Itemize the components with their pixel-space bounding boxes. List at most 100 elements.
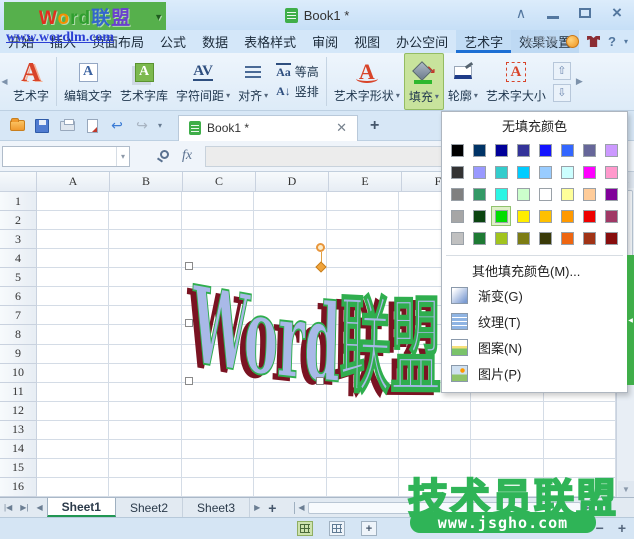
column-header-E[interactable]: E bbox=[329, 172, 402, 192]
column-header-C[interactable]: C bbox=[183, 172, 256, 192]
color-swatch[interactable] bbox=[535, 140, 555, 160]
color-swatch[interactable] bbox=[579, 228, 599, 248]
column-header-D[interactable]: D bbox=[256, 172, 329, 192]
save-button[interactable] bbox=[33, 117, 51, 135]
quick-access-caret-icon[interactable]: ▾ bbox=[158, 121, 162, 130]
collapse-ribbon-button[interactable]: ∧ bbox=[512, 4, 530, 22]
color-swatch[interactable] bbox=[469, 228, 489, 248]
fill-menu-item-gradient[interactable]: 渐变(G) bbox=[442, 282, 627, 308]
color-swatch[interactable] bbox=[491, 140, 511, 160]
vertical-text-button[interactable]: A↓ 竖排 bbox=[276, 83, 319, 100]
color-swatch[interactable] bbox=[557, 140, 577, 160]
row-header-5[interactable]: 5 bbox=[0, 268, 37, 287]
color-swatch[interactable] bbox=[513, 184, 533, 204]
wordart-size-button[interactable]: A 艺术字大小 bbox=[482, 53, 550, 110]
shape-lower-button[interactable]: ⇩ bbox=[553, 84, 571, 102]
fill-menu-item-texture[interactable]: 纹理(T) bbox=[442, 308, 627, 334]
color-swatch[interactable] bbox=[601, 206, 621, 226]
fx-icon[interactable]: fx bbox=[182, 148, 192, 164]
row-header-11[interactable]: 11 bbox=[0, 383, 37, 402]
rotation-handle[interactable] bbox=[316, 243, 325, 252]
color-swatch-selected[interactable] bbox=[491, 206, 511, 226]
row-header-1[interactable]: 1 bbox=[0, 192, 37, 211]
color-swatch[interactable] bbox=[513, 206, 533, 226]
outline-button[interactable]: 轮廓▾ bbox=[444, 53, 482, 110]
row-header-3[interactable]: 3 bbox=[0, 230, 37, 249]
color-swatch[interactable] bbox=[557, 184, 577, 204]
menu-tab-办公空间[interactable]: 办公空间 bbox=[388, 30, 456, 53]
color-swatch[interactable] bbox=[491, 162, 511, 182]
select-all-corner[interactable] bbox=[0, 172, 37, 192]
next-sheet-icon[interactable]: ▶ bbox=[250, 498, 264, 517]
maximize-button[interactable] bbox=[576, 4, 594, 22]
equal-height-button[interactable]: Aa 等高 bbox=[276, 63, 319, 80]
edit-text-button[interactable]: A 编辑文字 bbox=[60, 53, 116, 110]
menu-tab-公式[interactable]: 公式 bbox=[152, 30, 194, 53]
wordart-gallery-button[interactable]: A 艺术字库 bbox=[116, 53, 172, 110]
color-swatch[interactable] bbox=[469, 140, 489, 160]
selection-handle-bottom-left[interactable] bbox=[185, 377, 193, 385]
name-box-caret-icon[interactable]: ▾ bbox=[116, 147, 129, 166]
color-swatch[interactable] bbox=[579, 206, 599, 226]
ribbon-scroll-left-icon[interactable]: ◀ bbox=[0, 53, 9, 110]
color-swatch[interactable] bbox=[469, 162, 489, 182]
color-swatch[interactable] bbox=[491, 184, 511, 204]
page-layout-view-button[interactable] bbox=[329, 521, 345, 536]
row-header-8[interactable]: 8 bbox=[0, 325, 37, 344]
side-panel-collapse-strip[interactable]: ◀ bbox=[627, 255, 634, 385]
column-header-B[interactable]: B bbox=[110, 172, 183, 192]
sheet-tab-Sheet1[interactable]: Sheet1 bbox=[47, 498, 116, 517]
selection-handle-bottom-center[interactable] bbox=[316, 377, 324, 385]
row-header-12[interactable]: 12 bbox=[0, 402, 37, 421]
row-header-9[interactable]: 9 bbox=[0, 345, 37, 364]
color-swatch[interactable] bbox=[513, 162, 533, 182]
row-header-15[interactable]: 15 bbox=[0, 459, 37, 478]
color-swatch[interactable] bbox=[513, 140, 533, 160]
selection-handle-top-left[interactable] bbox=[185, 262, 193, 270]
document-tab-close-icon[interactable]: ✕ bbox=[336, 120, 347, 136]
char-spacing-button[interactable]: AV 字符间距▾ bbox=[172, 53, 234, 110]
normal-view-button[interactable] bbox=[297, 521, 313, 536]
color-swatch[interactable] bbox=[601, 228, 621, 248]
color-swatch[interactable] bbox=[579, 140, 599, 160]
color-swatch[interactable] bbox=[579, 184, 599, 204]
menu-tab-艺术字[interactable]: 艺术字 bbox=[456, 30, 511, 53]
name-box[interactable]: ▾ bbox=[2, 146, 130, 167]
shape-raise-button[interactable]: ⇧ bbox=[553, 62, 571, 80]
scroll-left-icon[interactable]: ◀ bbox=[298, 503, 304, 512]
last-sheet-icon[interactable]: ▶| bbox=[16, 498, 32, 517]
print-preview-button[interactable] bbox=[83, 117, 101, 135]
color-swatch[interactable] bbox=[535, 184, 555, 204]
color-swatch[interactable] bbox=[601, 162, 621, 182]
fill-button[interactable]: ↘ 填充▾ bbox=[404, 53, 444, 110]
skin-icon[interactable] bbox=[587, 36, 600, 47]
new-document-tab-button[interactable]: + bbox=[370, 117, 379, 135]
menu-tab-数据[interactable]: 数据 bbox=[194, 30, 236, 53]
row-header-2[interactable]: 2 bbox=[0, 211, 37, 230]
page-break-view-button[interactable]: + bbox=[361, 521, 377, 536]
color-swatch[interactable] bbox=[535, 206, 555, 226]
open-button[interactable] bbox=[8, 117, 26, 135]
row-header-13[interactable]: 13 bbox=[0, 421, 37, 440]
wordart-shape-button[interactable]: A 艺术字形状▾ bbox=[330, 53, 404, 110]
help-button[interactable]: ? bbox=[608, 34, 616, 49]
menu-tab-审阅[interactable]: 审阅 bbox=[304, 30, 346, 53]
color-swatch[interactable] bbox=[513, 228, 533, 248]
row-header-7[interactable]: 7 bbox=[0, 306, 37, 325]
row-header-14[interactable]: 14 bbox=[0, 440, 37, 459]
color-swatch[interactable] bbox=[491, 228, 511, 248]
sheet-tab-Sheet2[interactable]: Sheet2 bbox=[116, 498, 183, 517]
column-header-A[interactable]: A bbox=[37, 172, 110, 192]
insert-wordart-button[interactable]: A 艺术字 bbox=[9, 53, 53, 110]
fill-menu-item-picture[interactable]: 图片(P) bbox=[442, 360, 627, 386]
menu-tab-表格样式[interactable]: 表格样式 bbox=[236, 30, 304, 53]
align-button[interactable]: 对齐▾ bbox=[234, 53, 272, 110]
more-fill-colors-item[interactable]: 其他填充颜色(M)... bbox=[442, 258, 627, 282]
color-swatch[interactable] bbox=[601, 140, 621, 160]
row-header-10[interactable]: 10 bbox=[0, 364, 37, 383]
row-header-16[interactable]: 16 bbox=[0, 478, 37, 497]
prev-sheet-icon[interactable]: ◀ bbox=[32, 498, 46, 517]
add-sheet-button[interactable]: + bbox=[264, 498, 280, 517]
scroll-down-icon[interactable]: ▼ bbox=[618, 481, 634, 497]
color-swatch[interactable] bbox=[557, 228, 577, 248]
